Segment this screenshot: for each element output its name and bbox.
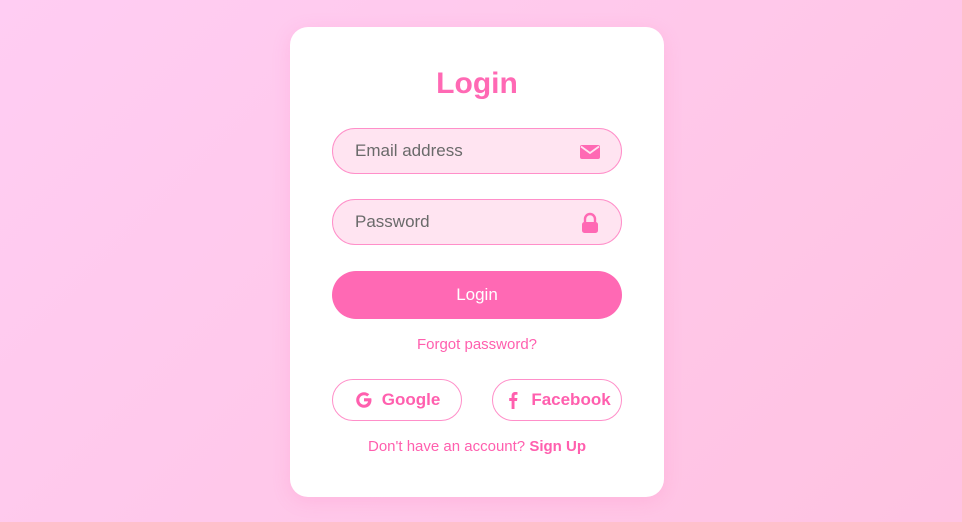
google-login-button[interactable]: Google: [332, 379, 462, 421]
envelope-icon: [580, 145, 600, 159]
password-field-wrapper: [332, 199, 622, 245]
login-button[interactable]: Login: [332, 271, 622, 319]
google-button-label: Google: [381, 390, 441, 409]
lock-icon: [582, 212, 598, 233]
facebook-login-button[interactable]: Facebook: [492, 379, 622, 421]
forgot-password-link[interactable]: Forgot password?: [290, 336, 664, 353]
email-field-wrapper: [332, 128, 622, 174]
login-card: Login Login Forgot password? Google Face…: [290, 27, 664, 497]
facebook-icon: [509, 392, 518, 409]
email-input[interactable]: [333, 129, 621, 173]
password-input[interactable]: [333, 200, 621, 244]
facebook-button-label: Facebook: [531, 390, 611, 409]
google-icon: [355, 392, 372, 408]
signup-prompt: Don't have an account?: [368, 438, 526, 455]
signup-row: Don't have an account? Sign Up: [290, 438, 664, 455]
signup-link[interactable]: Sign Up: [529, 438, 586, 455]
login-title: Login: [436, 67, 518, 100]
